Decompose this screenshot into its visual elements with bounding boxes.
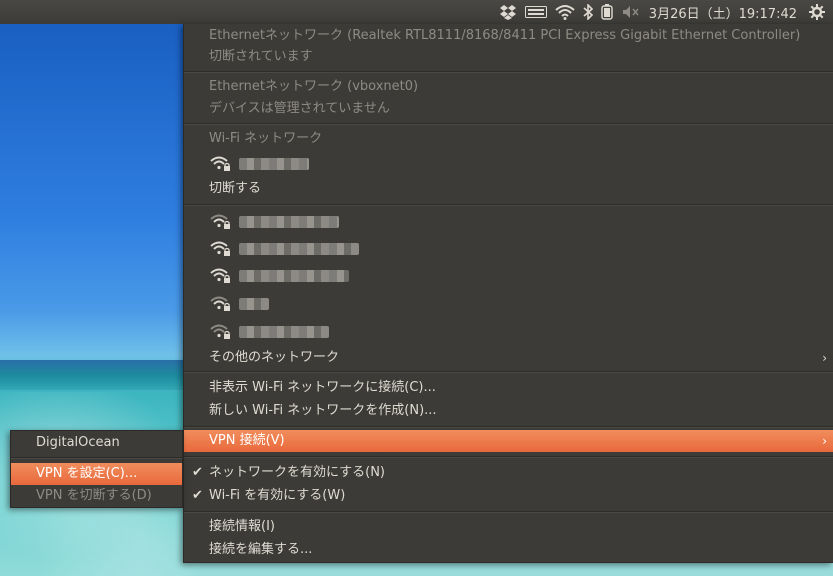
vpn-connections-label: VPN 接続(V): [209, 433, 285, 448]
separator: [184, 456, 833, 458]
wifi-network-item[interactable]: [209, 292, 269, 316]
wifi-networks-header: Wi-Fi ネットワーク: [209, 131, 323, 146]
separator: [184, 511, 833, 513]
wifi-network-name-redacted: [239, 326, 329, 338]
vpn-digitalocean[interactable]: DigitalOcean: [11, 432, 182, 454]
wifi-network-item[interactable]: [209, 237, 359, 261]
wifi-network-item[interactable]: [209, 210, 339, 234]
wifi-locked-icon: [210, 241, 230, 256]
separator: [184, 123, 833, 125]
dropbox-icon[interactable]: [499, 0, 517, 24]
gear-icon[interactable]: [809, 0, 825, 24]
wifi-network-item[interactable]: [209, 264, 349, 288]
edit-connections[interactable]: 接続を編集する...: [184, 539, 833, 561]
enable-networking-label: ネットワークを有効にする(N): [209, 465, 385, 480]
panel-clock[interactable]: 3月26日（土）19:17:42: [649, 3, 797, 22]
separator: [184, 71, 833, 73]
wifi-locked-icon: [210, 268, 230, 283]
vpn-connections[interactable]: VPN 接続(V) ›: [184, 430, 833, 452]
separator: [184, 426, 833, 428]
check-icon: ✔: [192, 465, 203, 480]
ethernet-realtek-title: Ethernetネットワーク (Realtek RTL8111/8168/841…: [209, 28, 801, 43]
chevron-right-icon: ›: [822, 434, 827, 448]
keyboard-icon[interactable]: [524, 0, 547, 24]
connection-information[interactable]: 接続情報(I): [184, 516, 833, 538]
other-networks-label: その他のネットワーク: [209, 350, 340, 365]
wifi-locked-icon: [210, 214, 230, 229]
create-new-wifi[interactable]: 新しい Wi-Fi ネットワークを作成(N)...: [184, 400, 833, 422]
wifi-network-connected[interactable]: [209, 152, 309, 176]
wifi-locked-icon: [210, 324, 230, 339]
other-networks[interactable]: その他のネットワーク ›: [184, 347, 833, 369]
network-menu: Ethernetネットワーク (Realtek RTL8111/8168/841…: [183, 24, 833, 563]
wifi-network-name-redacted: [239, 298, 269, 310]
vpn-configure[interactable]: VPN を設定(C)...: [11, 463, 182, 485]
top-panel: 3月26日（土）19:17:42: [0, 0, 833, 24]
enable-networking[interactable]: ✔ ネットワークを有効にする(N): [184, 462, 833, 484]
wifi-locked-icon: [210, 156, 230, 171]
wifi-network-name-redacted: [239, 216, 339, 228]
separator: [184, 371, 833, 373]
enable-wifi[interactable]: ✔ Wi-Fi を有効にする(W): [184, 485, 833, 507]
chevron-right-icon: ›: [822, 351, 827, 365]
ethernet-vbox-title: Ethernetネットワーク (vboxnet0): [209, 79, 419, 94]
connect-hidden-wifi[interactable]: 非表示 Wi-Fi ネットワークに接続(C)...: [184, 377, 833, 399]
volume-muted-icon[interactable]: [621, 0, 639, 24]
wifi-locked-icon: [210, 296, 230, 311]
wifi-network-name-redacted: [239, 270, 349, 282]
vpn-submenu: DigitalOcean VPN を設定(C)... VPN を切断する(D): [10, 430, 183, 508]
check-icon: ✔: [192, 488, 203, 503]
bluetooth-icon[interactable]: [583, 0, 593, 24]
wifi-network-item[interactable]: [209, 320, 329, 344]
ethernet-realtek-status: 切断されています: [209, 49, 313, 64]
separator: [11, 457, 182, 459]
vpn-disconnect: VPN を切断する(D): [36, 488, 152, 503]
wifi-network-name-redacted: [239, 158, 309, 170]
wallpaper-sea: [0, 360, 200, 390]
wifi-icon[interactable]: [555, 0, 575, 24]
wifi-network-name-redacted: [239, 243, 359, 255]
disconnect-wifi[interactable]: 切断する: [184, 178, 833, 200]
ethernet-vbox-status: デバイスは管理されていません: [209, 101, 390, 116]
separator: [184, 204, 833, 206]
battery-icon[interactable]: [601, 0, 613, 24]
enable-wifi-label: Wi-Fi を有効にする(W): [209, 488, 346, 503]
